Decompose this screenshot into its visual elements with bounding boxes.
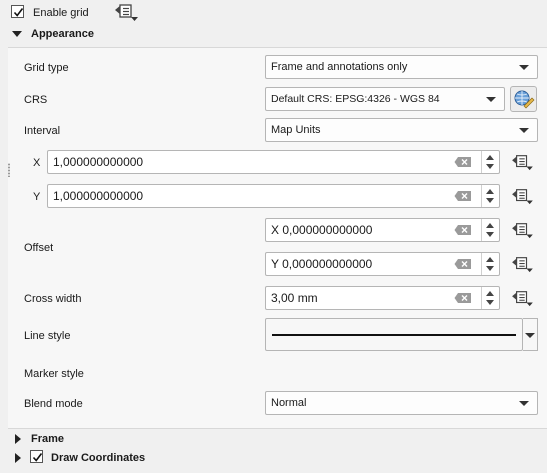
crs-selector-icon — [514, 90, 535, 109]
enable-grid-label: Enable grid — [33, 7, 89, 19]
spin-down-icon[interactable] — [486, 300, 494, 305]
clear-icon[interactable] — [454, 156, 472, 168]
data-defined-override-icon[interactable] — [509, 187, 535, 205]
interval-x-label: X — [33, 157, 41, 169]
chevron-down-icon — [519, 65, 529, 70]
offset-label: Offset — [24, 242, 54, 254]
crs-select[interactable]: Default CRS: EPSG:4326 - WGS 84 — [265, 87, 505, 111]
line-style-label: Line style — [24, 330, 71, 342]
draw-coordinates-title[interactable]: Draw Coordinates — [51, 452, 145, 464]
interval-units-select[interactable]: Map Units — [265, 118, 538, 142]
clear-icon[interactable] — [454, 224, 472, 236]
cross-width-label: Cross width — [24, 293, 82, 305]
spin-up-icon[interactable] — [486, 189, 494, 194]
cross-width-spinbox[interactable]: 3,00 mm — [265, 286, 500, 310]
chevron-down-icon — [525, 333, 535, 338]
line-style-button[interactable] — [265, 318, 523, 351]
blend-mode-select[interactable]: Normal — [265, 391, 538, 415]
spin-up-icon[interactable] — [486, 257, 494, 262]
spin-buttons[interactable] — [481, 185, 499, 207]
spin-down-icon[interactable] — [486, 164, 494, 169]
data-defined-override-icon[interactable] — [509, 255, 535, 273]
data-defined-override-icon[interactable] — [509, 221, 535, 239]
grid-type-select[interactable]: Frame and annotations only — [265, 55, 538, 79]
data-defined-override-icon[interactable] — [509, 153, 535, 171]
crs-selector-button[interactable] — [510, 86, 537, 112]
chevron-down-icon — [519, 128, 529, 133]
spin-down-icon[interactable] — [486, 232, 494, 237]
offset-x-spinbox[interactable]: X 0,000000000000 — [265, 218, 500, 242]
spin-up-icon[interactable] — [486, 155, 494, 160]
spin-down-icon[interactable] — [486, 198, 494, 203]
blend-mode-label: Blend mode — [24, 398, 83, 410]
interval-x-spinbox[interactable]: 1,000000000000 — [47, 150, 500, 174]
checkmark-icon — [32, 453, 43, 462]
interval-y-label: Y — [33, 191, 41, 203]
grid-type-value: Frame and annotations only — [271, 61, 408, 73]
chevron-down-icon — [519, 401, 529, 406]
interval-x-value: 1,000000000000 — [53, 155, 144, 169]
frame-title[interactable]: Frame — [31, 433, 64, 445]
expand-arrow-icon[interactable] — [15, 453, 21, 463]
line-style-menu-button[interactable] — [523, 318, 538, 351]
appearance-title[interactable]: Appearance — [31, 28, 94, 40]
checkmark-icon — [13, 8, 24, 17]
spin-buttons[interactable] — [481, 219, 499, 241]
expand-arrow-icon[interactable] — [15, 434, 21, 444]
interval-y-spinbox[interactable]: 1,000000000000 — [47, 184, 500, 208]
interval-y-value: 1,000000000000 — [53, 189, 144, 203]
spin-buttons[interactable] — [481, 253, 499, 275]
blend-mode-value: Normal — [271, 397, 307, 409]
offset-y-spinbox[interactable]: Y 0,000000000000 — [265, 252, 500, 276]
marker-style-label: Marker style — [24, 368, 84, 380]
cross-width-value: 3,00 mm — [271, 291, 318, 305]
draw-coordinates-checkbox[interactable] — [30, 450, 43, 463]
spin-up-icon[interactable] — [486, 291, 494, 296]
clear-icon[interactable] — [454, 190, 472, 202]
data-defined-override-icon[interactable] — [112, 2, 140, 22]
offset-x-value: X 0,000000000000 — [271, 223, 373, 237]
enable-grid-checkbox[interactable] — [11, 5, 24, 18]
line-style-preview — [272, 334, 516, 336]
clear-icon[interactable] — [454, 292, 472, 304]
collapse-arrow-icon[interactable] — [12, 31, 22, 37]
spin-down-icon[interactable] — [486, 266, 494, 271]
data-defined-override-icon[interactable] — [509, 289, 535, 307]
crs-label: CRS — [24, 94, 48, 106]
crs-value: Default CRS: EPSG:4326 - WGS 84 — [271, 93, 440, 105]
grid-type-label: Grid type — [24, 62, 69, 74]
spin-up-icon[interactable] — [486, 223, 494, 228]
interval-label: Interval — [24, 125, 61, 137]
clear-icon[interactable] — [454, 258, 472, 270]
offset-y-value: Y 0,000000000000 — [271, 257, 373, 271]
spin-buttons[interactable] — [481, 287, 499, 309]
splitter-handle[interactable] — [8, 163, 10, 177]
interval-units-value: Map Units — [271, 124, 321, 136]
spin-buttons[interactable] — [481, 151, 499, 173]
chevron-down-icon — [486, 97, 496, 102]
